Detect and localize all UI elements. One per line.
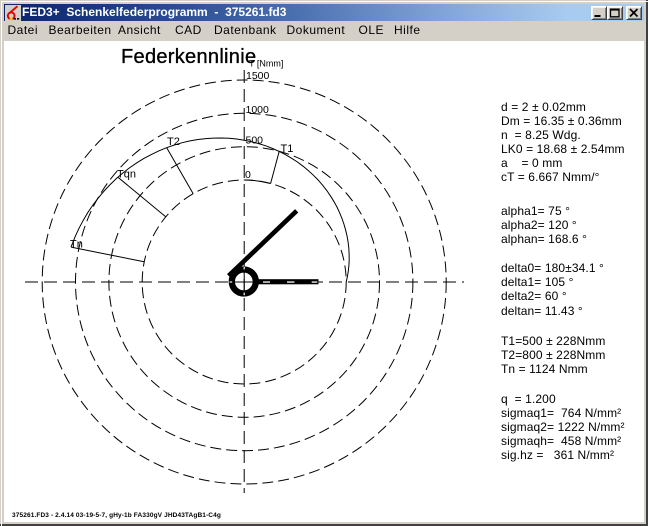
svg-text:500: 500 [246,135,264,147]
svg-text:T [Nmm]: T [Nmm] [249,59,283,69]
svg-text:Tn: Tn [70,239,83,251]
svg-text:0: 0 [245,169,251,181]
svg-text:T2: T2 [167,136,180,148]
svg-text:T1: T1 [281,143,294,155]
svg-text:1000: 1000 [246,104,270,116]
svg-text:Tqn: Tqn [117,169,136,181]
svg-text:1500: 1500 [246,70,270,82]
